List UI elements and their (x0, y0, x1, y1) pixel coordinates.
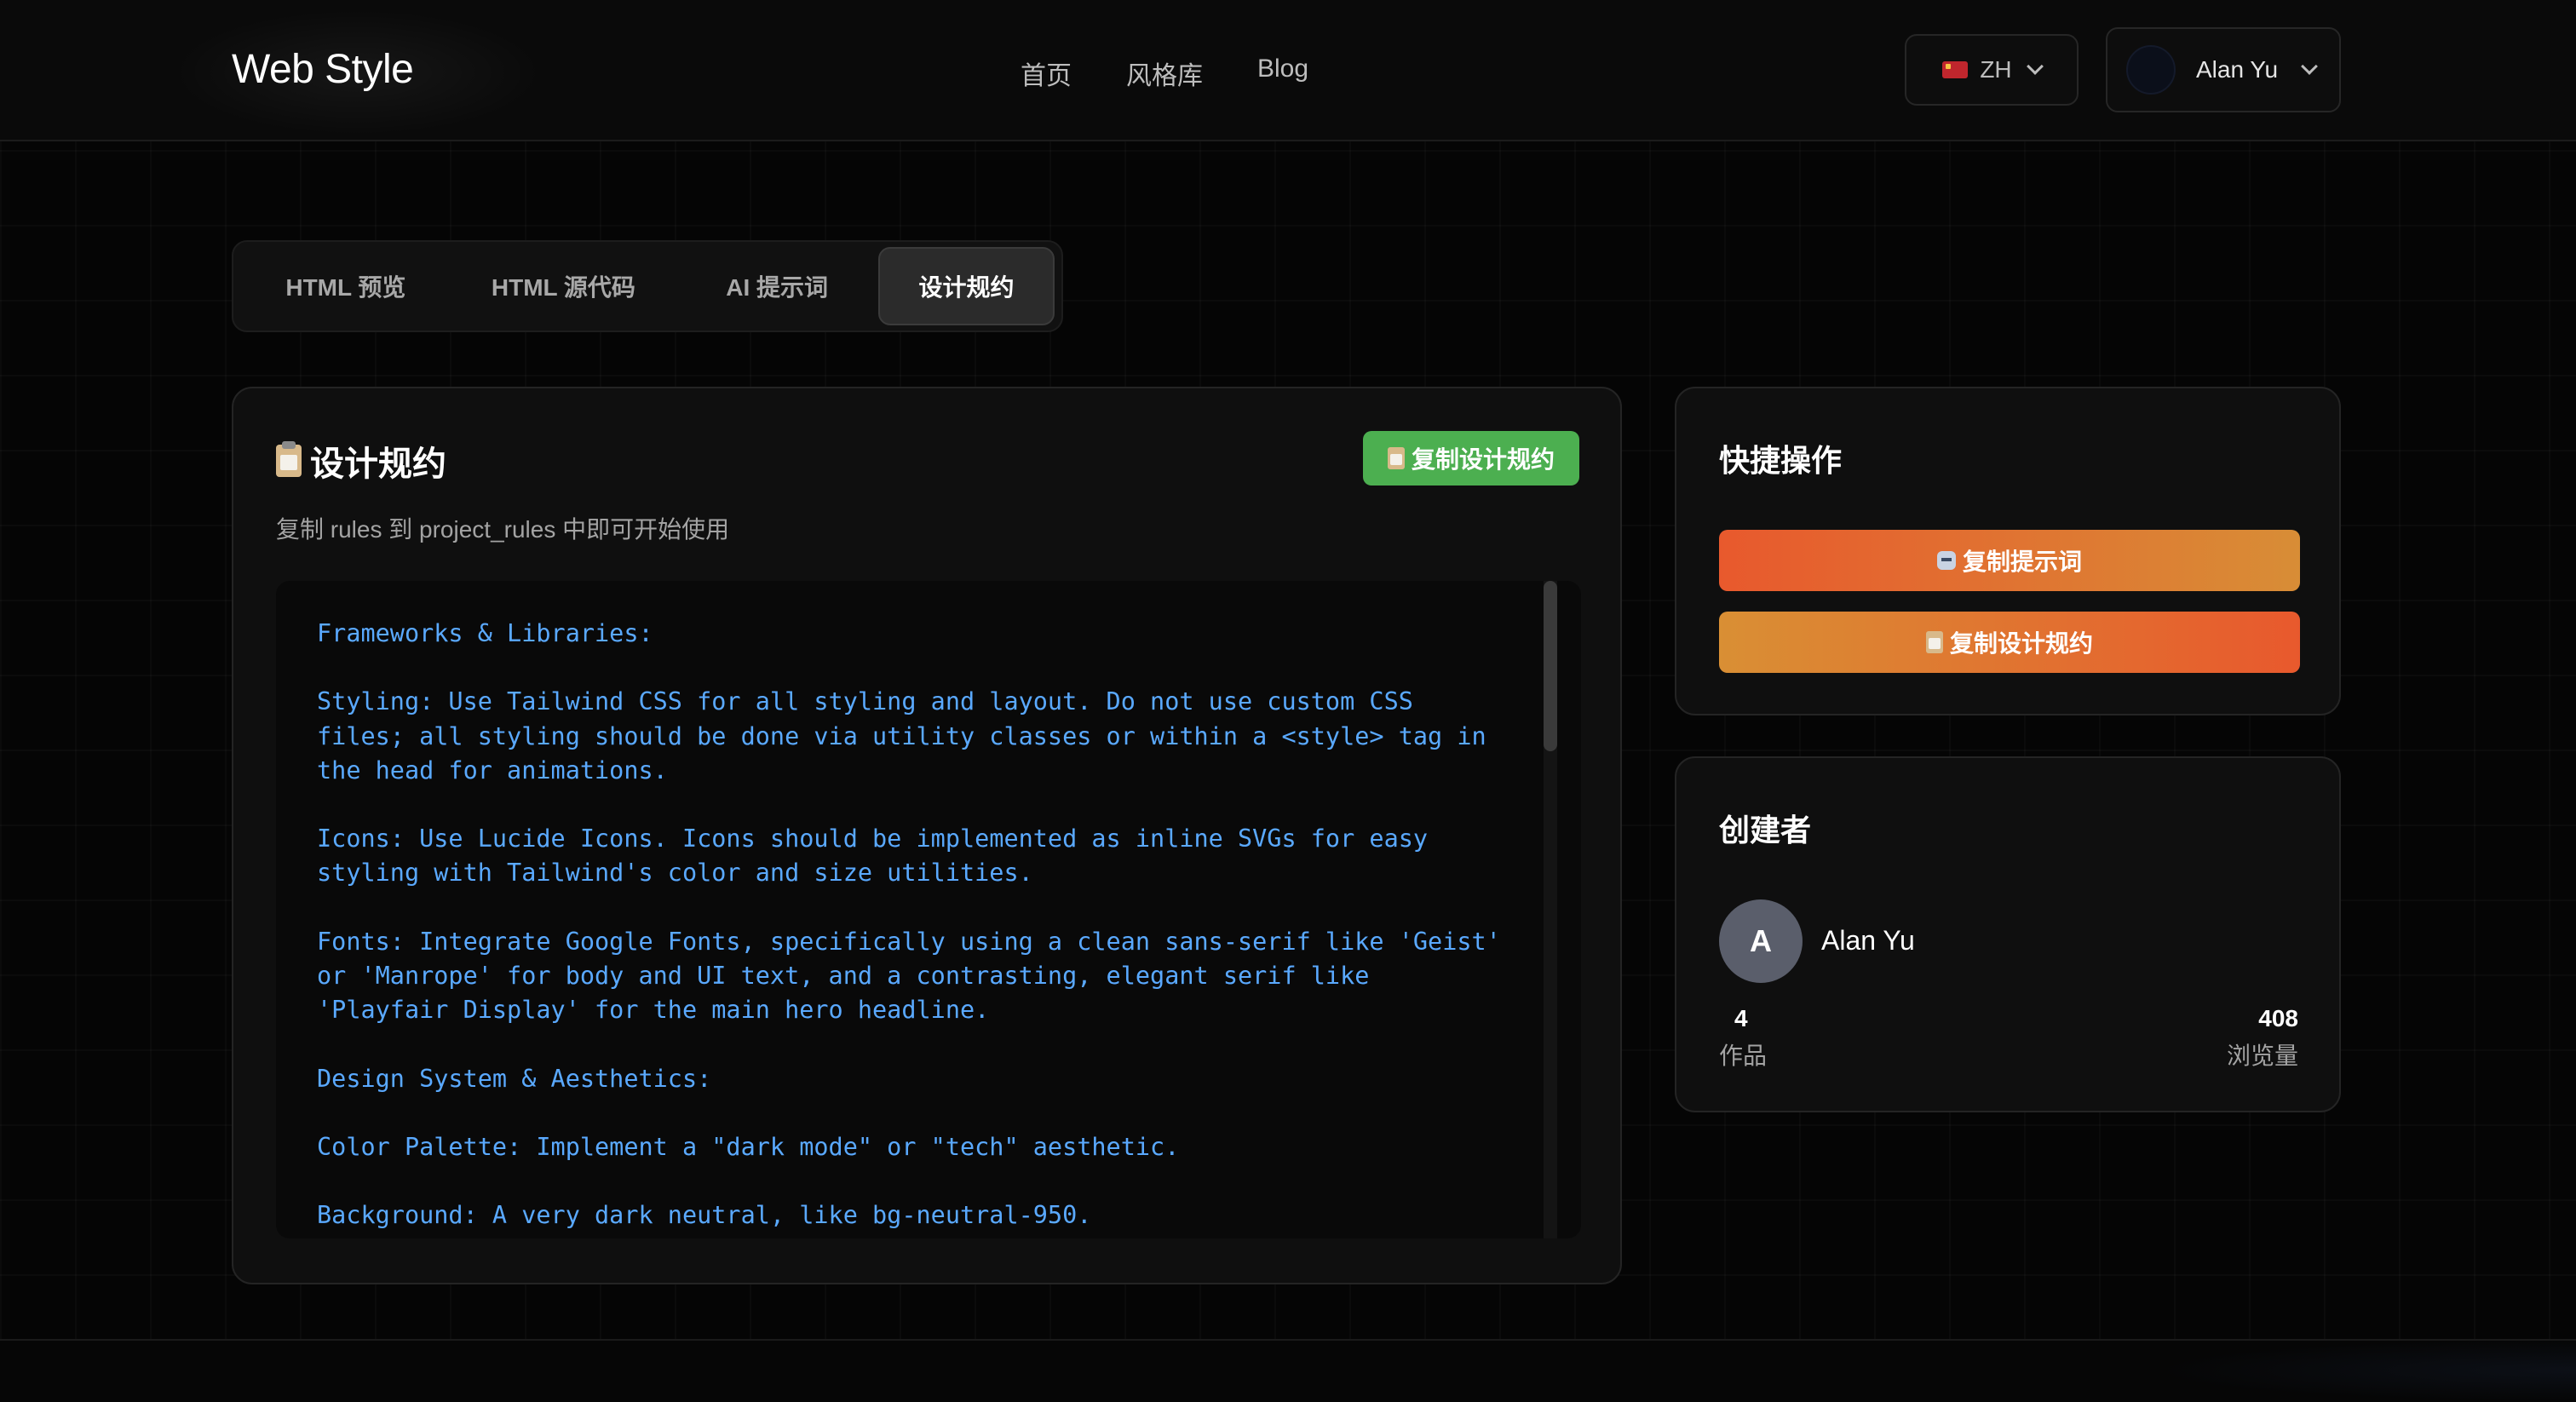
nav-link-home[interactable]: 首页 (1021, 55, 1072, 92)
footer-glow (2150, 1339, 2576, 1402)
site-logo[interactable]: Web Style (232, 46, 414, 93)
main-nav: 首页 风格库 Blog (1021, 55, 1308, 92)
scrollbar-thumb[interactable] (1544, 581, 1557, 751)
language-label: ZH (1980, 56, 2012, 83)
nav-link-style-library[interactable]: 风格库 (1126, 55, 1203, 92)
creator-avatar[interactable]: A (1719, 899, 1803, 983)
views-stat: 408 浏览量 (2227, 1005, 2298, 1072)
creator-title: 创建者 (1719, 813, 1812, 848)
tab-html-preview[interactable]: HTML 预览 (240, 247, 451, 325)
tab-html-source[interactable]: HTML 源代码 (451, 247, 676, 325)
copy-design-rules-label: 复制设计规约 (1411, 446, 1555, 473)
clipboard-icon (1387, 447, 1405, 469)
quick-actions-title: 快捷操作 (1719, 443, 1843, 478)
creator-card: 创建者 A Alan Yu 4 作品 408 浏览量 (1675, 756, 2341, 1112)
rules-code-text: Frameworks & Libraries: Styling: Use Tai… (317, 619, 1501, 1230)
works-count: 4 (1734, 1005, 1748, 1031)
works-stat: 4 作品 (1719, 1005, 1767, 1072)
card-title-text: 设计规约 (310, 445, 446, 483)
chevron-down-icon (2301, 58, 2318, 75)
language-selector[interactable]: ZH (1905, 34, 2079, 106)
copy-rules-label: 复制设计规约 (1949, 630, 2093, 657)
robot-icon (1936, 551, 1956, 570)
china-flag-icon (1942, 61, 1969, 78)
works-label: 作品 (1719, 1043, 1768, 1069)
chevron-down-icon (2026, 58, 2044, 75)
copy-design-rules-button[interactable]: 复制设计规约 (1363, 431, 1579, 486)
views-label: 浏览量 (2226, 1043, 2298, 1069)
creator-name[interactable]: Alan Yu (1821, 925, 1915, 957)
design-rules-card: 设计规约 复制设计规约 复制 rules 到 project_rules 中即可… (232, 387, 1622, 1284)
clipboard-icon (276, 441, 302, 477)
tab-ai-prompt[interactable]: AI 提示词 (676, 247, 878, 325)
user-name: Alan Yu (2196, 56, 2279, 83)
copy-prompt-button[interactable]: 复制提示词 (1719, 530, 2300, 591)
views-count: 408 (2258, 1005, 2298, 1031)
user-menu[interactable]: Alan Yu (2106, 27, 2341, 112)
nav-link-blog[interactable]: Blog (1257, 55, 1308, 92)
user-avatar (2126, 45, 2176, 95)
clipboard-icon (1925, 631, 1943, 653)
quick-actions-card: 快捷操作 复制提示词 复制设计规约 (1675, 387, 2341, 715)
top-header: Web Style 首页 风格库 Blog ZH Alan Yu (0, 0, 2576, 141)
copy-prompt-label: 复制提示词 (1962, 549, 2082, 575)
view-tabs: HTML 预览 HTML 源代码 AI 提示词 设计规约 (232, 240, 1063, 332)
rules-code-block[interactable]: Frameworks & Libraries: Styling: Use Tai… (276, 581, 1581, 1238)
card-subtitle: 复制 rules 到 project_rules 中即可开始使用 (276, 516, 730, 543)
copy-rules-button[interactable]: 复制设计规约 (1719, 612, 2300, 673)
card-title: 设计规约 (276, 436, 446, 486)
tab-design-rules[interactable]: 设计规约 (878, 247, 1055, 325)
